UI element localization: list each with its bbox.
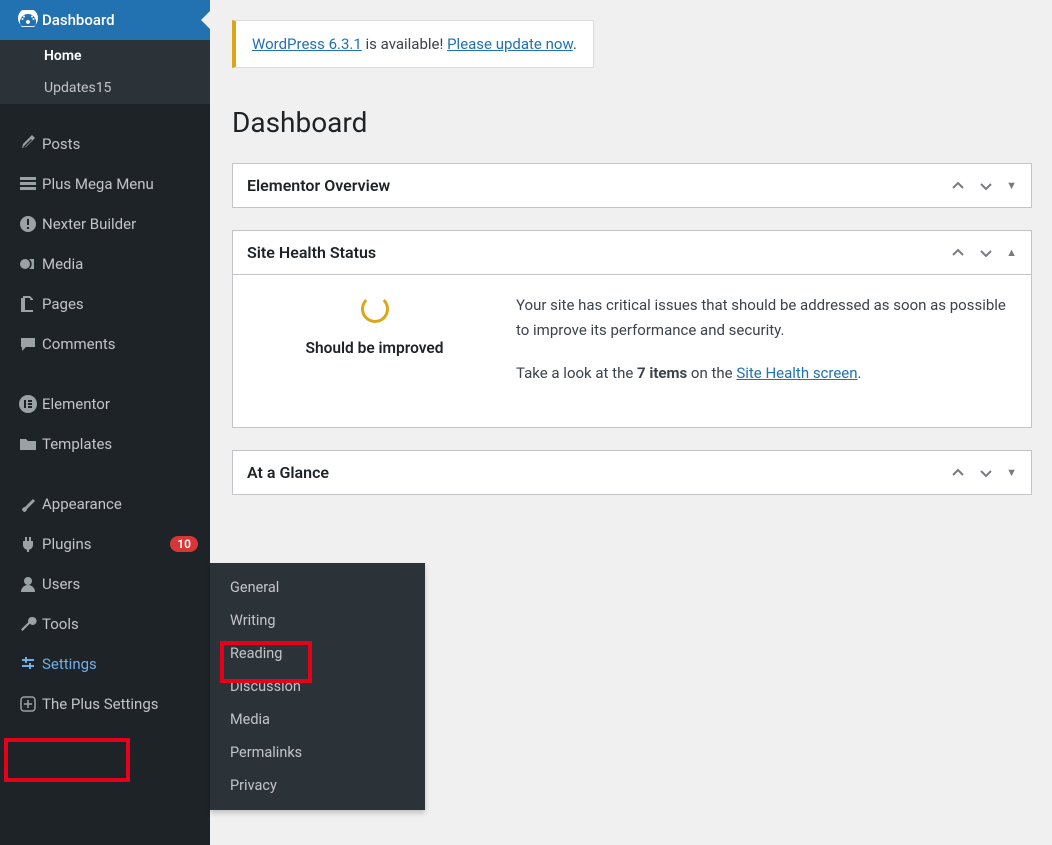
sidebar-label: Settings <box>42 655 198 673</box>
plus-settings-icon <box>14 694 42 714</box>
health-spinner-icon <box>361 295 389 323</box>
postbox-elementor: Elementor Overview ▼ <box>232 163 1032 208</box>
sidebar-subitem-updates[interactable]: Updates 15 <box>0 72 210 104</box>
sidebar-label: Elementor <box>42 395 198 413</box>
sidebar-item-posts[interactable]: Posts <box>0 124 210 164</box>
chevron-up-icon[interactable] <box>950 245 966 261</box>
sidebar-label: Templates <box>42 435 198 453</box>
health-items-count: 7 items <box>637 364 687 382</box>
highlight-box-settings <box>4 738 130 782</box>
sidebar-item-nexter-builder[interactable]: Nexter Builder <box>0 204 210 244</box>
sidebar-label: Nexter Builder <box>42 215 198 233</box>
alert-icon <box>14 214 42 234</box>
sidebar-subitem-home[interactable]: Home <box>0 40 210 72</box>
chevron-up-icon[interactable] <box>950 465 966 481</box>
postbox-title: Site Health Status <box>247 243 950 262</box>
sidebar-item-comments[interactable]: Comments <box>0 324 210 364</box>
health-line2: Take a look at the 7 items on the Site H… <box>516 361 1007 386</box>
pin-icon <box>14 134 42 154</box>
wp-version-link[interactable]: WordPress 6.3.1 <box>252 35 362 53</box>
postbox-at-a-glance: At a Glance ▼ <box>232 450 1032 495</box>
sidebar-item-users[interactable]: Users <box>0 564 210 604</box>
main-content: WordPress 6.3.1 is available! Please upd… <box>210 0 1052 845</box>
sidebar-item-templates[interactable]: Templates <box>0 424 210 464</box>
plugins-badge: 10 <box>170 536 198 552</box>
folder-icon <box>14 434 42 454</box>
sidebar-label: Dashboard <box>42 11 198 29</box>
chevron-down-icon[interactable] <box>978 178 994 194</box>
grid-icon <box>14 174 42 194</box>
sidebar-label: Updates <box>44 80 96 96</box>
postbox-body: Should be improved Your site has critica… <box>233 275 1031 427</box>
postbox-actions: ▲ <box>950 245 1017 261</box>
sidebar-item-plus-mega-menu[interactable]: Plus Mega Menu <box>0 164 210 204</box>
postbox-site-health: Site Health Status ▲ Should be improved … <box>232 230 1032 428</box>
admin-sidebar: Dashboard Home Updates 15 Posts Plus Meg… <box>0 0 210 845</box>
pages-icon <box>14 294 42 314</box>
postbox-actions: ▼ <box>950 465 1017 481</box>
postbox-header: Site Health Status ▲ <box>233 231 1031 275</box>
toggle-triangle-icon[interactable]: ▲ <box>1006 246 1017 259</box>
sidebar-label: Comments <box>42 335 198 353</box>
sidebar-item-pages[interactable]: Pages <box>0 284 210 324</box>
sidebar-label: Tools <box>42 615 198 633</box>
postbox-title: Elementor Overview <box>247 176 950 195</box>
site-health-link[interactable]: Site Health screen <box>736 364 857 382</box>
health-status-text: Should be improved <box>257 339 492 357</box>
media-icon <box>14 254 42 274</box>
notice-text: is available! <box>362 35 447 53</box>
toggle-triangle-icon[interactable]: ▼ <box>1006 179 1017 192</box>
postbox-header: Elementor Overview ▼ <box>233 164 1031 207</box>
sidebar-label: The Plus Settings <box>42 695 198 713</box>
health-description: Your site has critical issues that shoul… <box>516 293 1007 403</box>
sidebar-item-media[interactable]: Media <box>0 244 210 284</box>
plug-icon <box>14 534 42 554</box>
sidebar-item-appearance[interactable]: Appearance <box>0 484 210 524</box>
sidebar-label: Pages <box>42 295 198 313</box>
user-icon <box>14 574 42 594</box>
sidebar-label: Users <box>42 575 198 593</box>
postbox-actions: ▼ <box>950 178 1017 194</box>
sidebar-label: Posts <box>42 135 198 153</box>
sliders-icon <box>14 654 42 674</box>
page-title: Dashboard <box>232 106 1032 139</box>
notice-tail: . <box>573 35 577 53</box>
brush-icon <box>14 494 42 514</box>
sidebar-label: Plus Mega Menu <box>42 175 198 193</box>
dashboard-icon <box>14 10 42 30</box>
elementor-icon <box>14 394 42 414</box>
sidebar-item-elementor[interactable]: Elementor <box>0 384 210 424</box>
sidebar-item-plugins[interactable]: Plugins 10 <box>0 524 210 564</box>
comments-icon <box>14 334 42 354</box>
sidebar-item-settings[interactable]: Settings <box>0 644 210 684</box>
sidebar-item-plus-settings[interactable]: The Plus Settings <box>0 684 210 724</box>
sidebar-label: Plugins <box>42 535 164 553</box>
sidebar-label: Appearance <box>42 495 198 513</box>
update-now-link[interactable]: Please update now <box>447 35 573 53</box>
sidebar-item-tools[interactable]: Tools <box>0 604 210 644</box>
sidebar-item-dashboard[interactable]: Dashboard <box>0 0 210 40</box>
chevron-down-icon[interactable] <box>978 245 994 261</box>
dashboard-submenu: Home Updates 15 <box>0 40 210 104</box>
update-notice: WordPress 6.3.1 is available! Please upd… <box>232 20 594 68</box>
chevron-down-icon[interactable] <box>978 465 994 481</box>
health-status-indicator: Should be improved <box>257 293 492 403</box>
postbox-header: At a Glance ▼ <box>233 451 1031 494</box>
postbox-title: At a Glance <box>247 463 950 482</box>
wrench-icon <box>14 614 42 634</box>
updates-badge: 15 <box>96 80 112 96</box>
chevron-up-icon[interactable] <box>950 178 966 194</box>
health-line1: Your site has critical issues that shoul… <box>516 293 1007 343</box>
sidebar-label: Media <box>42 255 198 273</box>
toggle-triangle-icon[interactable]: ▼ <box>1006 466 1017 479</box>
